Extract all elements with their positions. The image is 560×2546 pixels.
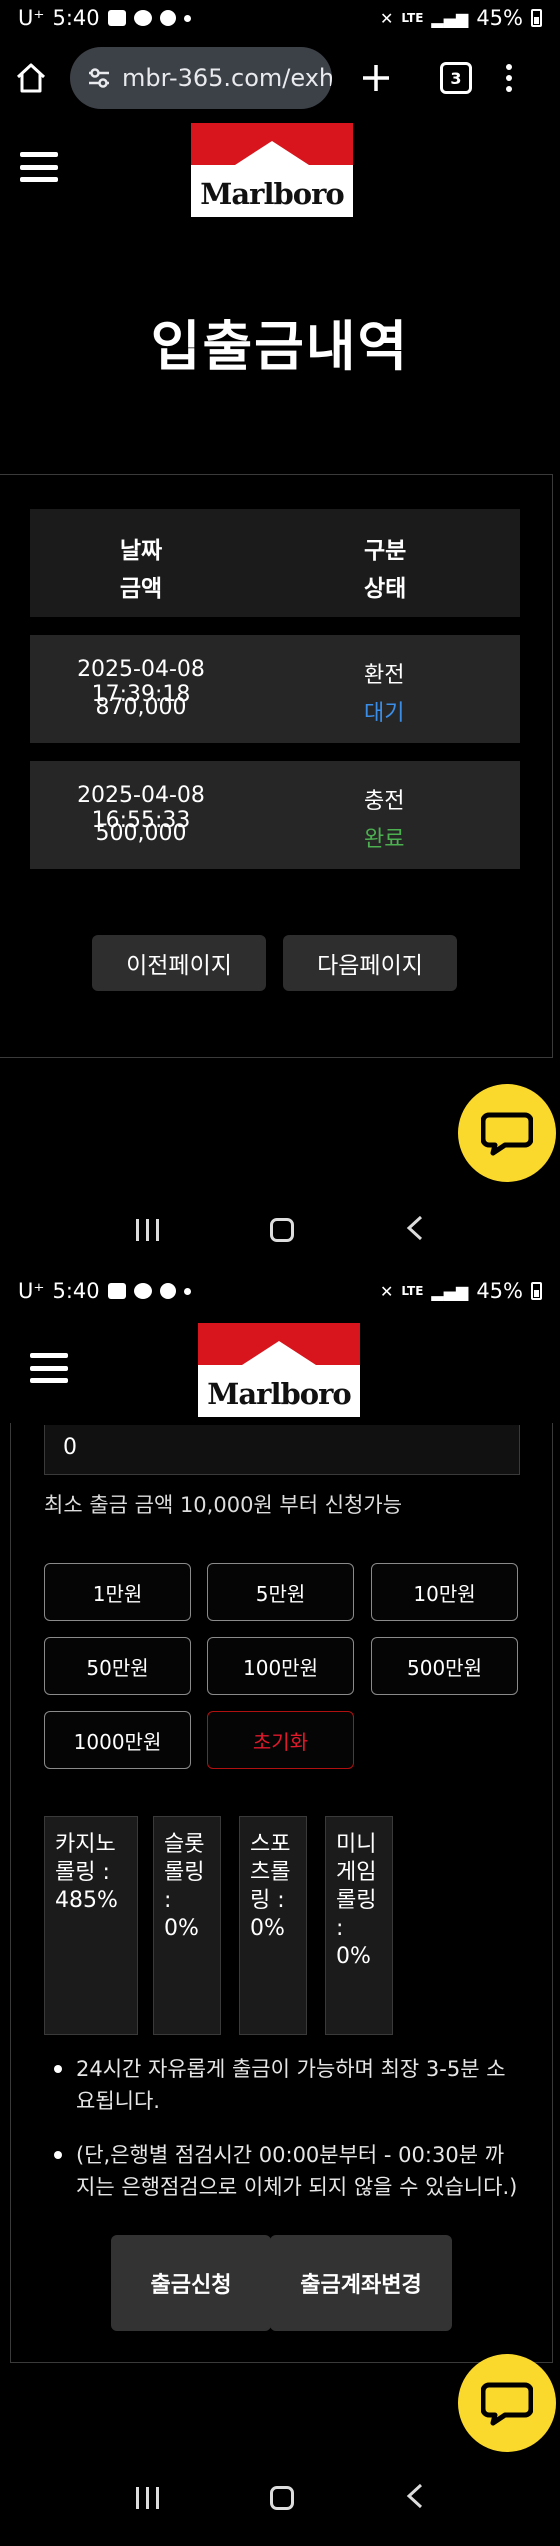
chat-button[interactable] xyxy=(458,1084,556,1182)
status-bar: U⁺ 5:40 ✕ LTE ▂▄▆ 45% xyxy=(0,1273,560,1309)
row-type: 환전 xyxy=(364,663,405,688)
table-row: 2025-04-08 17:39:18 환전 870,000 대기 xyxy=(30,635,520,743)
tab-count: 3 xyxy=(450,68,462,88)
row-type: 충전 xyxy=(364,789,405,814)
clock: 5:40 xyxy=(52,6,100,30)
battery-label: 45% xyxy=(476,1279,523,1303)
row-amount: 870,000 xyxy=(95,695,187,720)
system-nav-bar xyxy=(0,1200,560,1260)
message-icon xyxy=(133,10,152,26)
slot-rolling-card: 슬롯롤링 : 0% xyxy=(153,1816,221,2035)
amount-button-5[interactable]: 5만원 xyxy=(207,1563,354,1621)
col-date: 날짜 xyxy=(119,538,163,564)
amount-button-1000[interactable]: 1000만원 xyxy=(44,1711,191,1769)
screen-withdraw: U⁺ 5:40 ✕ LTE ▂▄▆ 45% Marlboro 0 최소 출금 금… xyxy=(0,1273,560,2543)
signal-icon: ▂▄▆ xyxy=(431,8,469,28)
amount-button-500[interactable]: 500만원 xyxy=(371,1637,518,1695)
url-bar[interactable]: mbr-365.com/exh xyxy=(70,47,332,109)
gallery-icon xyxy=(107,1283,126,1299)
signal-icon: ▂▄▆ xyxy=(431,1281,469,1301)
prev-page-button[interactable]: 이전페이지 xyxy=(92,935,266,991)
mute-icon: ✕ xyxy=(379,1281,394,1301)
history-panel: 날짜 구분 금액 상태 2025-04-08 17:39:18 환전 870,0… xyxy=(0,474,553,1058)
chat-button[interactable] xyxy=(458,2354,556,2452)
row-status-badge: 대기 xyxy=(364,701,405,726)
change-account-button[interactable]: 출금계좌변경 xyxy=(270,2235,452,2331)
amount-button-100[interactable]: 100만원 xyxy=(207,1637,354,1695)
notice-item: 24시간 자유롭게 출금이 가능하며 최장 3-5분 소요됩니다. xyxy=(52,2053,522,2117)
history-table-header: 날짜 구분 금액 상태 xyxy=(30,509,520,617)
col-amount: 금액 xyxy=(119,576,163,602)
notice-item: (단,은행별 점검시간 00:00분부터 - 00:30분 까지는 은행점검으로… xyxy=(52,2139,522,2203)
tabs-icon[interactable]: 3 xyxy=(440,62,472,94)
system-nav-bar xyxy=(0,2468,560,2528)
col-type: 구분 xyxy=(364,538,407,564)
battery-label: 45% xyxy=(476,6,523,30)
chat-icon xyxy=(481,2382,533,2426)
min-amount-note: 최소 출금 금액 10,000원 부터 신청가능 xyxy=(44,1493,403,1517)
logo-text: Marlboro xyxy=(207,1377,351,1411)
screen-history: U⁺ 5:40 ✕ LTE ▂▄▆ 45% mbr-365.com/exh 3 xyxy=(0,0,560,1270)
browser-toolbar: mbr-365.com/exh 3 xyxy=(0,40,560,116)
carrier-label: U⁺ xyxy=(18,6,45,30)
app-icon xyxy=(159,10,176,26)
nav-back-icon[interactable] xyxy=(405,2483,425,2513)
mute-icon: ✕ xyxy=(379,8,394,28)
nav-recent-icon[interactable] xyxy=(135,1219,159,1241)
hamburger-icon[interactable] xyxy=(30,1353,68,1383)
row-amount: 500,000 xyxy=(95,821,187,846)
withdraw-submit-button[interactable]: 출금신청 xyxy=(111,2235,271,2331)
gallery-icon xyxy=(107,10,126,26)
clock: 5:40 xyxy=(52,1279,100,1303)
sports-rolling-card: 스포츠롤링 : 0% xyxy=(239,1816,307,2035)
page-title: 입출금내역 xyxy=(150,315,410,378)
hamburger-icon[interactable] xyxy=(20,152,58,182)
battery-icon xyxy=(531,9,542,27)
chat-icon xyxy=(481,1112,533,1156)
network-label: LTE xyxy=(401,1284,424,1298)
reset-button[interactable]: 초기화 xyxy=(207,1711,354,1769)
logo-text: Marlboro xyxy=(200,177,344,211)
notification-dot-icon xyxy=(183,1287,191,1295)
marlboro-logo[interactable]: Marlboro xyxy=(191,123,353,217)
nav-home-icon[interactable] xyxy=(269,2486,294,2510)
table-row: 2025-04-08 16:55:33 충전 500,000 완료 xyxy=(30,761,520,869)
plus-icon[interactable] xyxy=(360,62,392,94)
message-icon xyxy=(133,1283,152,1299)
nav-recent-icon[interactable] xyxy=(135,2487,159,2509)
notification-dot-icon xyxy=(183,14,191,22)
amount-button-10[interactable]: 10만원 xyxy=(371,1563,518,1621)
amount-input[interactable]: 0 xyxy=(44,1425,520,1475)
app-icon xyxy=(159,1283,176,1299)
col-status: 상태 xyxy=(364,576,407,602)
next-page-button[interactable]: 다음페이지 xyxy=(283,935,457,991)
carrier-label: U⁺ xyxy=(18,1279,45,1303)
amount-button-1[interactable]: 1만원 xyxy=(44,1563,191,1621)
minigame-rolling-card: 미니게임롤링 : 0% xyxy=(325,1816,393,2035)
marlboro-logo[interactable]: Marlboro xyxy=(198,1323,360,1417)
overflow-menu-icon[interactable] xyxy=(506,64,514,92)
tune-icon[interactable] xyxy=(86,65,112,91)
status-bar: U⁺ 5:40 ✕ LTE ▂▄▆ 45% xyxy=(0,0,560,36)
casino-rolling-card: 카지노 롤링 : 485% xyxy=(44,1816,138,2035)
network-label: LTE xyxy=(401,11,424,25)
nav-home-icon[interactable] xyxy=(269,1218,294,1242)
amount-button-50[interactable]: 50만원 xyxy=(44,1637,191,1695)
home-icon[interactable] xyxy=(14,61,48,95)
row-status-badge: 완료 xyxy=(364,827,405,852)
battery-icon xyxy=(531,1282,542,1300)
nav-back-icon[interactable] xyxy=(405,1215,425,1245)
url-text[interactable]: mbr-365.com/exh xyxy=(122,64,332,92)
